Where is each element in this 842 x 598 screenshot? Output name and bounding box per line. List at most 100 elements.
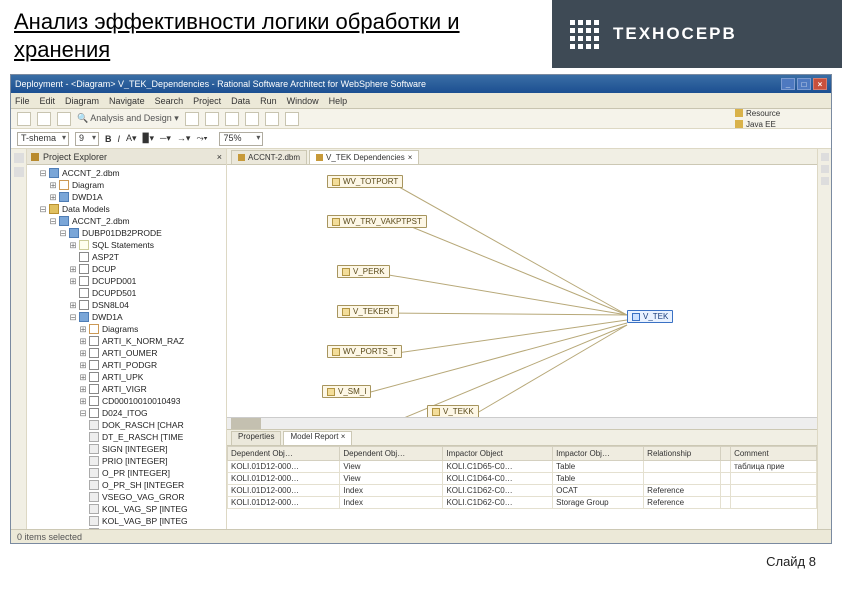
editor-tab-dependencies[interactable]: V_TEK Dependencies × bbox=[309, 150, 419, 164]
model-report-grid[interactable]: Dependent Obj…Dependent Obj…Impactor Obj… bbox=[227, 446, 817, 529]
tree-node[interactable]: ⊟Data Models bbox=[29, 203, 224, 215]
tree-node[interactable]: ⊞DSN8L04 bbox=[29, 299, 224, 311]
fill-color-button[interactable]: ▉▾ bbox=[143, 133, 154, 144]
menu-help[interactable]: Help bbox=[329, 96, 348, 106]
diagram-node[interactable]: V_TEKERT bbox=[337, 305, 399, 318]
router-button[interactable]: ⤳▾ bbox=[196, 133, 207, 144]
toolstrip-button[interactable] bbox=[14, 153, 24, 163]
report-row[interactable]: KOLI.01D12-000…ViewKOLI.C1D65-C0…Tableта… bbox=[228, 461, 817, 473]
report-row[interactable]: KOLI.01D12-000…ViewKOLI.C1D64-C0…Table bbox=[228, 473, 817, 485]
diagram-canvas[interactable]: WV_TOTPORT WV_TRV_VAKPTPST V_PERK V_TEKE… bbox=[227, 165, 817, 417]
tree-node[interactable]: SIGN [INTEGER] bbox=[29, 443, 224, 455]
menu-file[interactable]: File bbox=[15, 96, 30, 106]
toolstrip-button[interactable] bbox=[821, 177, 829, 185]
tree-node[interactable]: ⊟ACCNT_2.dbm bbox=[29, 215, 224, 227]
tree-node[interactable]: PRIO [INTEGER] bbox=[29, 455, 224, 467]
menu-run[interactable]: Run bbox=[260, 96, 277, 106]
tree-node[interactable]: VSEGO_VAG_GROR bbox=[29, 491, 224, 503]
diagram-node[interactable]: WV_TOTPORT bbox=[327, 175, 403, 188]
toolbar-button[interactable] bbox=[17, 112, 31, 126]
scheme-dropdown[interactable]: T-shema bbox=[17, 132, 69, 146]
perspective-javaee[interactable]: Java EE bbox=[746, 120, 776, 129]
maximize-button[interactable]: □ bbox=[797, 78, 811, 90]
toolbar-button[interactable] bbox=[185, 112, 199, 126]
tree-node[interactable]: ASP2T bbox=[29, 251, 224, 263]
project-tree[interactable]: ⊟ACCNT_2.dbm⊞Diagram⊞DWD1A⊟Data Models⊟A… bbox=[27, 165, 226, 529]
arrow-button[interactable]: →▾ bbox=[177, 133, 191, 144]
diagram-node[interactable]: WV_PORTS_T bbox=[327, 345, 402, 358]
tree-node[interactable]: ⊟D024_ITOG bbox=[29, 407, 224, 419]
toolbar-button[interactable] bbox=[245, 112, 259, 126]
tree-node[interactable]: DCUPD501 bbox=[29, 287, 224, 299]
tree-node[interactable]: ⊟ACCNT_2.dbm bbox=[29, 167, 224, 179]
tree-node[interactable]: ⊞SQL Statements bbox=[29, 239, 224, 251]
menu-edit[interactable]: Edit bbox=[40, 96, 56, 106]
diagram-node[interactable]: WV_TRV_VAKPTPST bbox=[327, 215, 427, 228]
menu-project[interactable]: Project bbox=[193, 96, 221, 106]
toolbar-button[interactable] bbox=[285, 112, 299, 126]
minimize-button[interactable]: _ bbox=[781, 78, 795, 90]
tree-node[interactable]: ⊟DUBP01DB2PRODE bbox=[29, 227, 224, 239]
toolbar-button[interactable] bbox=[205, 112, 219, 126]
tab-close-icon[interactable]: × bbox=[408, 153, 413, 162]
canvas-hscrollbar[interactable] bbox=[227, 417, 817, 429]
zoom-dropdown[interactable]: 75% bbox=[219, 132, 263, 146]
menu-navigate[interactable]: Navigate bbox=[109, 96, 145, 106]
tree-node[interactable]: ⊞ARTI_OUMER bbox=[29, 347, 224, 359]
tree-node[interactable]: ⊞Diagrams bbox=[29, 323, 224, 335]
tree-node[interactable]: KOL_VAG_BP [INTEG bbox=[29, 515, 224, 527]
report-header[interactable]: Relationship bbox=[644, 447, 720, 461]
italic-button[interactable]: I bbox=[118, 134, 121, 144]
tree-node[interactable]: ⊟DWD1A bbox=[29, 311, 224, 323]
tab-properties[interactable]: Properties bbox=[231, 431, 281, 445]
report-header[interactable]: Impactor Object bbox=[443, 447, 553, 461]
tree-node[interactable]: ⊞DCUPD001 bbox=[29, 275, 224, 287]
report-row[interactable]: KOLI.01D12-000…IndexKOLI.C1D62-C0…OCATRe… bbox=[228, 485, 817, 497]
tree-node[interactable]: DOK_RASCH [CHAR bbox=[29, 419, 224, 431]
report-header[interactable]: Dependent Obj… bbox=[340, 447, 443, 461]
diagram-node[interactable]: V_TEKK bbox=[427, 405, 479, 417]
toolbar-button[interactable] bbox=[265, 112, 279, 126]
perspective-resource[interactable]: Resource bbox=[746, 109, 780, 118]
diagram-node[interactable]: V_PERK bbox=[337, 265, 390, 278]
diagram-node-focal[interactable]: V_TEK bbox=[627, 310, 673, 323]
tree-node[interactable]: ⊞DWD1A bbox=[29, 191, 224, 203]
tree-node[interactable]: O_PR_SH [INTEGER bbox=[29, 479, 224, 491]
report-header[interactable] bbox=[720, 447, 730, 461]
tree-node[interactable]: ⊞DCUP bbox=[29, 263, 224, 275]
toolbar-button[interactable] bbox=[225, 112, 239, 126]
report-header[interactable]: Impactor Obj… bbox=[553, 447, 644, 461]
report-row[interactable]: KOLI.01D12-000…IndexKOLI.C1D62-C0…Storag… bbox=[228, 497, 817, 509]
tree-node[interactable]: VSEGO_SP [DECIMA bbox=[29, 527, 224, 529]
tree-node[interactable]: ⊞ARTI_VIGR bbox=[29, 383, 224, 395]
line-color-button[interactable]: ─▾ bbox=[160, 133, 171, 144]
tree-node[interactable]: DT_E_RASCH [TIME bbox=[29, 431, 224, 443]
tree-node[interactable]: ⊞ARTI_PODGR bbox=[29, 359, 224, 371]
close-button[interactable]: × bbox=[813, 78, 827, 90]
bold-button[interactable]: B bbox=[105, 134, 112, 144]
tab-model-report[interactable]: Model Report × bbox=[283, 431, 352, 445]
tree-node[interactable]: ⊞Diagram bbox=[29, 179, 224, 191]
menu-diagram[interactable]: Diagram bbox=[65, 96, 99, 106]
tab-close-icon[interactable]: × bbox=[217, 152, 222, 162]
font-color-button[interactable]: A▾ bbox=[126, 133, 137, 144]
toolstrip-button[interactable] bbox=[821, 153, 829, 161]
editor-tab-dbm[interactable]: ACCNT-2.dbm bbox=[231, 150, 307, 164]
tree-node[interactable]: KOL_VAG_SP [INTEG bbox=[29, 503, 224, 515]
menu-search[interactable]: Search bbox=[155, 96, 184, 106]
tree-node[interactable]: ⊞ARTI_UPK bbox=[29, 371, 224, 383]
menu-data[interactable]: Data bbox=[231, 96, 250, 106]
project-explorer-tab[interactable]: Project Explorer × bbox=[27, 149, 226, 165]
tree-node[interactable]: ⊞ARTI_K_NORM_RAZ bbox=[29, 335, 224, 347]
report-header[interactable]: Comment bbox=[731, 447, 817, 461]
toolbar-button[interactable] bbox=[37, 112, 51, 126]
diagram-node[interactable]: V_SM_I bbox=[322, 385, 371, 398]
report-header[interactable]: Dependent Obj… bbox=[228, 447, 340, 461]
tree-node[interactable]: ⊞CD00010010010493 bbox=[29, 395, 224, 407]
font-size-dropdown[interactable]: 9 bbox=[75, 132, 99, 146]
toolstrip-button[interactable] bbox=[14, 167, 24, 177]
toolstrip-button[interactable] bbox=[821, 165, 829, 173]
tree-node[interactable]: O_PR [INTEGER] bbox=[29, 467, 224, 479]
toolbar-button[interactable] bbox=[57, 112, 71, 126]
menu-window[interactable]: Window bbox=[287, 96, 319, 106]
